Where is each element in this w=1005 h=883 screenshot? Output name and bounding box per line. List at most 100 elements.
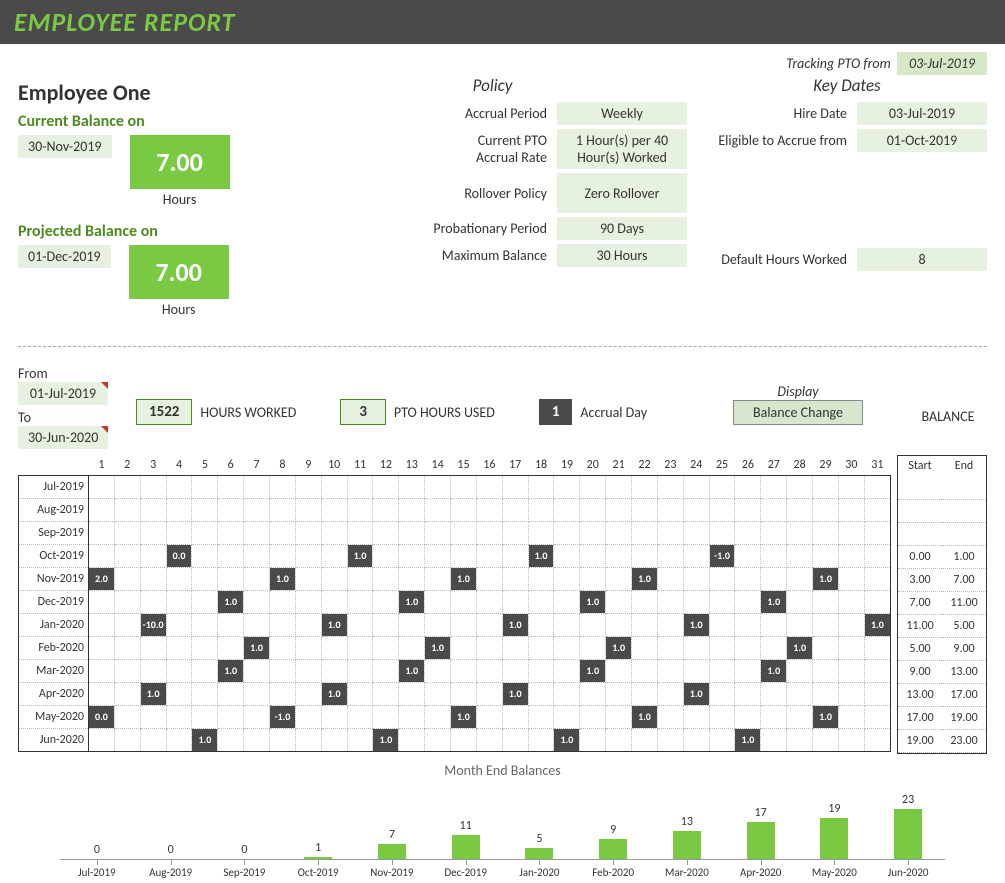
calendar-cell [502,705,528,728]
calendar-cell [114,475,140,498]
calendar-cell [244,521,270,544]
calendar-cell [864,682,890,705]
calendar-cell: 1.0 [632,705,658,728]
calendar-cell [192,475,218,498]
calendar-cell [528,590,554,613]
calendar-cell [425,475,451,498]
calendar-cell [864,475,890,498]
policy-key: Current PTOAccrual Rate [298,132,557,166]
calendar-cell [735,613,761,636]
balance-header: BALANCE [909,408,987,425]
day-header: 24 [683,455,709,475]
calendar-cell [606,613,632,636]
calendar-cell [244,544,270,567]
balance-row [898,499,986,522]
calendar-cell [347,705,373,728]
calendar-cell [864,636,890,659]
calendar-cell [813,521,839,544]
day-header: 15 [451,455,477,475]
calendar-cell: 1.0 [580,659,606,682]
balance-start: 11.00 [898,614,942,637]
calendar-cell [632,659,658,682]
balance-end: 7.00 [942,568,986,591]
keydates-heading: Key Dates [707,75,987,96]
balance-end: 5.00 [942,614,986,637]
calendar-cell [813,544,839,567]
policy-value: 1 Hour(s) per 40 Hour(s) Worked [557,129,687,169]
axis-tick: Nov-2019 [355,860,429,879]
projected-balance-date[interactable]: 01-Dec-2019 [18,245,111,268]
calendar-cell [864,659,890,682]
calendar-row: Jan-2020-10.01.01.01.01.0 [19,613,891,636]
calendar-cell [761,636,787,659]
calendar-cell [657,521,683,544]
month-label: Oct-2019 [19,544,89,567]
calendar-cell [451,613,477,636]
display-toggle[interactable]: Balance Change [733,400,863,425]
calendar-cell [270,636,296,659]
calendar-cell [114,705,140,728]
day-header: 17 [502,455,528,475]
calendar-cell [270,475,296,498]
calendar-cell: 2.0 [89,567,115,590]
chart-bar: 7 [355,828,429,859]
calendar-cell [114,521,140,544]
calendar-cell [373,498,399,521]
keydate-row: Default Hours Worked 8 [707,248,987,271]
calendar-cell [580,498,606,521]
calendar-cell [476,682,502,705]
calendar-cell [838,705,864,728]
current-balance-date[interactable]: 30-Nov-2019 [18,135,112,158]
calendar-cell: -10.0 [140,613,166,636]
calendar-cell [528,705,554,728]
balance-start: 13.00 [898,683,942,706]
from-date[interactable]: 01-Jul-2019 [18,382,108,405]
calendar-cell [425,544,451,567]
calendar-cell [89,659,115,682]
policy-row: Current PTOAccrual Rate 1 Hour(s) per 40… [298,129,687,169]
calendar-cell [192,613,218,636]
keydate-row: Hire Date 03-Jul-2019 [707,102,987,125]
calendar-row: Aug-2019 [19,498,891,521]
policy-row: Probationary Period 90 Days [298,217,687,240]
calendar-cell: 1.0 [399,590,425,613]
calendar-cell [632,521,658,544]
calendar-cell [218,682,244,705]
axis-tick: Jul-2019 [60,860,134,879]
calendar-cell [192,682,218,705]
calendar-cell: 1.0 [761,659,787,682]
bar-value: 11 [460,819,472,833]
calendar-cell: 1.0 [813,567,839,590]
calendar-cell [787,590,813,613]
calendar-cell [683,475,709,498]
calendar-cell [813,728,839,751]
calendar-cell [295,475,321,498]
calendar-cell [140,475,166,498]
calendar-cell [787,521,813,544]
calendar-cell [373,590,399,613]
balance-start [898,522,942,545]
balance-end: 1.00 [942,545,986,568]
calendar-cell [244,475,270,498]
axis-tick: Mar-2020 [650,860,724,879]
calendar-cell [864,521,890,544]
calendar-cell: 1.0 [787,636,813,659]
to-date[interactable]: 30-Jun-2020 [18,426,108,449]
day-header: 5 [192,455,218,475]
balance-end: 23.00 [942,729,986,752]
calendar-cell [166,682,192,705]
calendar-cell [735,521,761,544]
calendar-cell [632,613,658,636]
month-label: Feb-2020 [19,636,89,659]
calendar-cell [580,682,606,705]
calendar-cell [192,590,218,613]
calendar-cell [813,590,839,613]
calendar-cell [373,659,399,682]
calendar-cell [373,613,399,636]
calendar-cell [787,682,813,705]
balance-start: 9.00 [898,660,942,683]
calendar-cell [735,682,761,705]
day-header: 4 [166,455,192,475]
calendar-cell: 1.0 [321,682,347,705]
balance-end [942,499,986,522]
